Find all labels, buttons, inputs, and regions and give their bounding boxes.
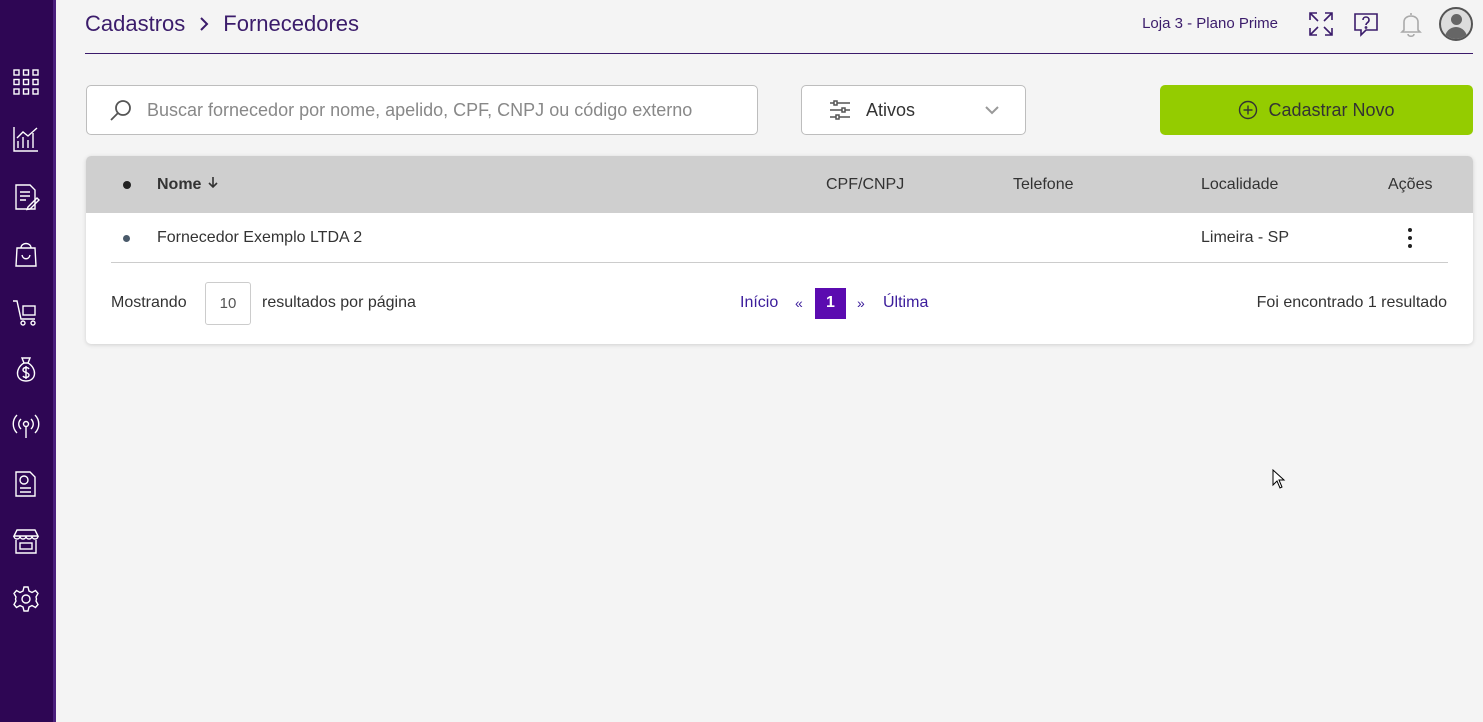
chart-icon[interactable]: [10, 123, 42, 155]
shopping-bag-icon[interactable]: [10, 238, 42, 270]
pagination-current-page[interactable]: 1: [815, 287, 846, 319]
add-supplier-button[interactable]: Cadastrar Novo: [1160, 85, 1473, 135]
sort-down-arrow-icon: [201, 175, 219, 194]
chevron-right-icon: [197, 11, 211, 37]
filter-sliders-icon: [828, 98, 852, 122]
avatar[interactable]: [1438, 6, 1474, 42]
notification-bell-icon[interactable]: [1395, 8, 1427, 40]
showing-label: Mostrando: [111, 294, 187, 311]
store-icon[interactable]: [10, 525, 42, 557]
table-header: Nome CPF/CNPJ Telefone Localidade Ações: [86, 156, 1473, 213]
location-column-header: Localidade: [1201, 175, 1279, 193]
cart-icon[interactable]: [10, 296, 42, 328]
kebab-menu-icon[interactable]: [1400, 226, 1420, 250]
status-filter-select[interactable]: Ativos: [801, 85, 1026, 135]
pagination-next[interactable]: »: [857, 281, 865, 325]
pagination-prev[interactable]: «: [795, 281, 803, 325]
status-column-header: [123, 156, 131, 213]
pagination-first[interactable]: Início: [740, 281, 778, 325]
help-icon[interactable]: [1350, 8, 1382, 40]
chevron-down-icon: [983, 101, 1001, 119]
fullscreen-icon[interactable]: [1305, 8, 1337, 40]
top-bar: Cadastros Fornecedores Loja 3 - Plano Pr…: [85, 0, 1473, 54]
plus-circle-icon: [1239, 100, 1258, 120]
settings-gear-icon[interactable]: [10, 583, 42, 615]
mouse-cursor-icon: [1272, 468, 1286, 489]
money-bag-icon[interactable]: [10, 353, 42, 385]
phone-column-header: Telefone: [1013, 175, 1074, 193]
store-name: Loja 3 - Plano Prime: [1142, 15, 1278, 32]
pagination-bar: Mostrando 10 resultados por página Iníci…: [86, 281, 1473, 325]
document-edit-icon[interactable]: [10, 181, 42, 213]
pagination-last[interactable]: Última: [883, 281, 928, 325]
broadcast-icon[interactable]: [10, 410, 42, 442]
search-input[interactable]: [147, 99, 727, 121]
filter-selected-value: Ativos: [866, 99, 916, 120]
receipt-icon[interactable]: [10, 468, 42, 500]
apps-grid-icon[interactable]: [10, 66, 42, 98]
per-page-suffix: resultados por página: [262, 294, 416, 311]
name-column-header[interactable]: Nome: [157, 156, 219, 213]
row-divider: [111, 262, 1448, 263]
actions-column-header: Ações: [1388, 175, 1433, 193]
supplier-name: Fornecedor Exemplo LTDA 2: [157, 229, 363, 246]
search-box: [86, 85, 758, 135]
breadcrumb-current: Fornecedores: [223, 11, 360, 36]
per-page-select[interactable]: 10: [205, 281, 251, 325]
supplier-location: Limeira - SP: [1201, 229, 1290, 246]
row-actions-menu[interactable]: [1400, 213, 1420, 263]
breadcrumb: Cadastros Fornecedores: [85, 11, 359, 37]
sidebar: [0, 0, 56, 722]
search-icon: [110, 100, 131, 121]
result-count: Foi encontrado 1 resultado: [1256, 294, 1447, 311]
suppliers-table: Nome CPF/CNPJ Telefone Localidade Ações …: [86, 156, 1473, 344]
status-dot: [123, 213, 130, 263]
document-column-header: CPF/CNPJ: [826, 175, 905, 193]
add-supplier-label: Cadastrar Novo: [1268, 99, 1395, 120]
breadcrumb-parent[interactable]: Cadastros: [85, 11, 185, 37]
name-column-label: Nome: [157, 175, 202, 193]
table-row[interactable]: Fornecedor Exemplo LTDA 2 Limeira - SP: [86, 213, 1473, 263]
